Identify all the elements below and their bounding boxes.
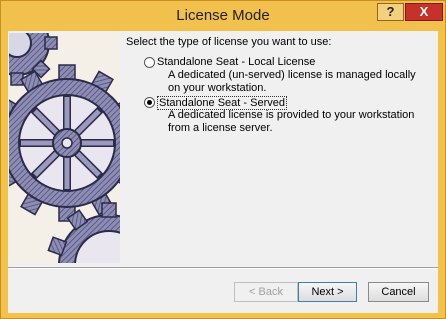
- radio-served[interactable]: [144, 97, 155, 108]
- title-bar[interactable]: License Mode ? X: [1, 1, 445, 31]
- dialog-body: Select the type of license you want to u…: [8, 31, 438, 313]
- option-label-local[interactable]: Standalone Seat - Local License: [157, 56, 315, 68]
- back-button[interactable]: < Back: [234, 282, 298, 302]
- license-mode-dialog: License Mode ? X Select the type of lice…: [0, 0, 446, 319]
- gear-large-icon: [9, 64, 120, 222]
- option-label-served[interactable]: Standalone Seat - Served: [157, 96, 287, 110]
- instruction-text: Select the type of license you want to u…: [126, 36, 332, 48]
- option-description-local: A dedicated (un-served) license is manag…: [168, 69, 416, 94]
- cancel-button[interactable]: Cancel: [368, 282, 429, 302]
- gears-illustration: [9, 33, 120, 263]
- option-description-served: A dedicated license is provided to your …: [168, 109, 415, 134]
- separator-line: [8, 267, 438, 269]
- help-button[interactable]: ?: [377, 3, 404, 21]
- radio-local-license[interactable]: [144, 57, 155, 68]
- close-button[interactable]: X: [405, 3, 443, 21]
- gears-icon: [9, 33, 120, 263]
- next-button[interactable]: Next >: [298, 282, 357, 302]
